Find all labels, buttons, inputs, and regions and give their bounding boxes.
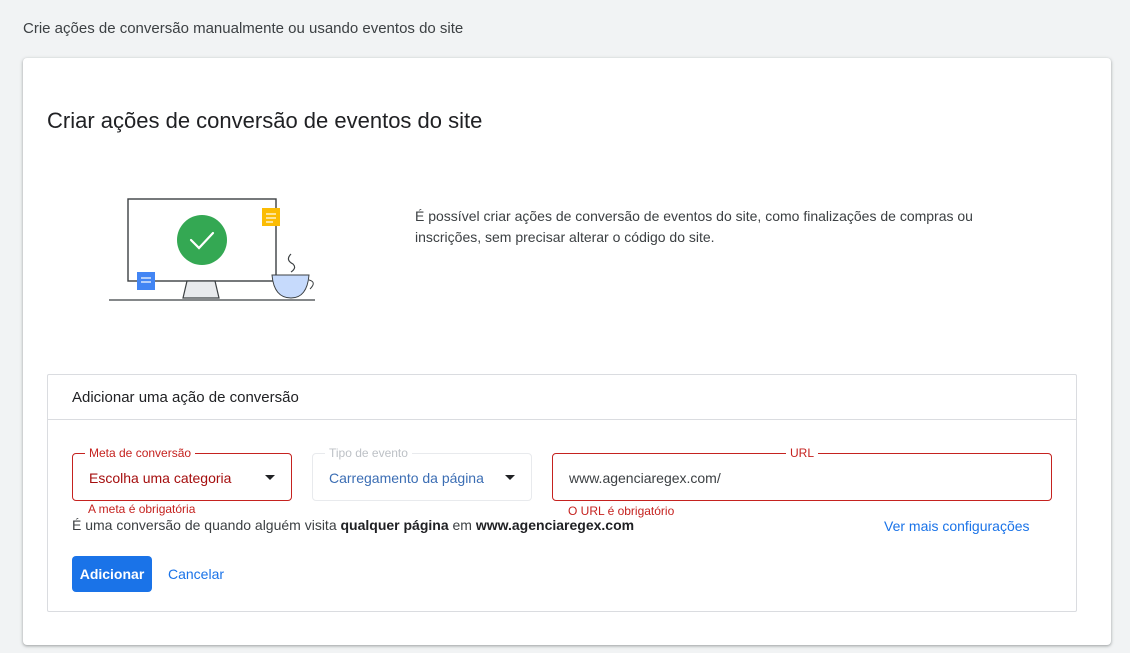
monitor-checkmark-illustration (109, 198, 315, 301)
card-title: Criar ações de conversão de eventos do s… (47, 108, 483, 133)
add-conversion-panel: Adicionar uma ação de conversão Meta de … (47, 374, 1077, 612)
conversion-goal-label: Meta de conversão (85, 446, 196, 460)
summary-middle: em (448, 517, 476, 533)
conversion-card: Criar ações de conversão de eventos do s… (23, 58, 1111, 645)
cancel-button[interactable]: Cancelar (162, 556, 230, 592)
conversion-goal-error: A meta é obrigatória (88, 502, 196, 516)
url-error: O URL é obrigatório (568, 504, 675, 518)
event-type-select[interactable]: Tipo de evento Carregamento da página (312, 446, 532, 501)
conversion-summary: É uma conversão de quando alguém visita … (72, 517, 634, 533)
chevron-down-icon (265, 475, 275, 480)
chevron-down-icon (505, 475, 515, 480)
page-header: Crie ações de conversão manualmente ou u… (23, 20, 464, 37)
summary-site: www.agenciaregex.com (475, 517, 635, 533)
url-value[interactable]: www.agenciaregex.com/ (569, 470, 721, 486)
event-type-value: Carregamento da página (329, 470, 484, 486)
add-panel-title: Adicionar uma ação de conversão (48, 375, 1076, 420)
summary-prefix: É uma conversão de quando alguém visita (72, 517, 341, 533)
more-settings-link[interactable]: Ver mais configurações (884, 518, 1030, 534)
summary-page: qualquer página (340, 517, 449, 533)
conversion-goal-select[interactable]: Meta de conversão Escolha uma categoria (72, 446, 292, 501)
intro-text: É possível criar ações de conversão de e… (415, 208, 973, 245)
conversion-goal-value: Escolha uma categoria (89, 470, 232, 486)
url-label: URL (785, 446, 819, 460)
event-type-label: Tipo de evento (325, 446, 412, 460)
url-input[interactable]: URL www.agenciaregex.com/ (552, 446, 1052, 501)
add-button[interactable]: Adicionar (72, 556, 152, 592)
